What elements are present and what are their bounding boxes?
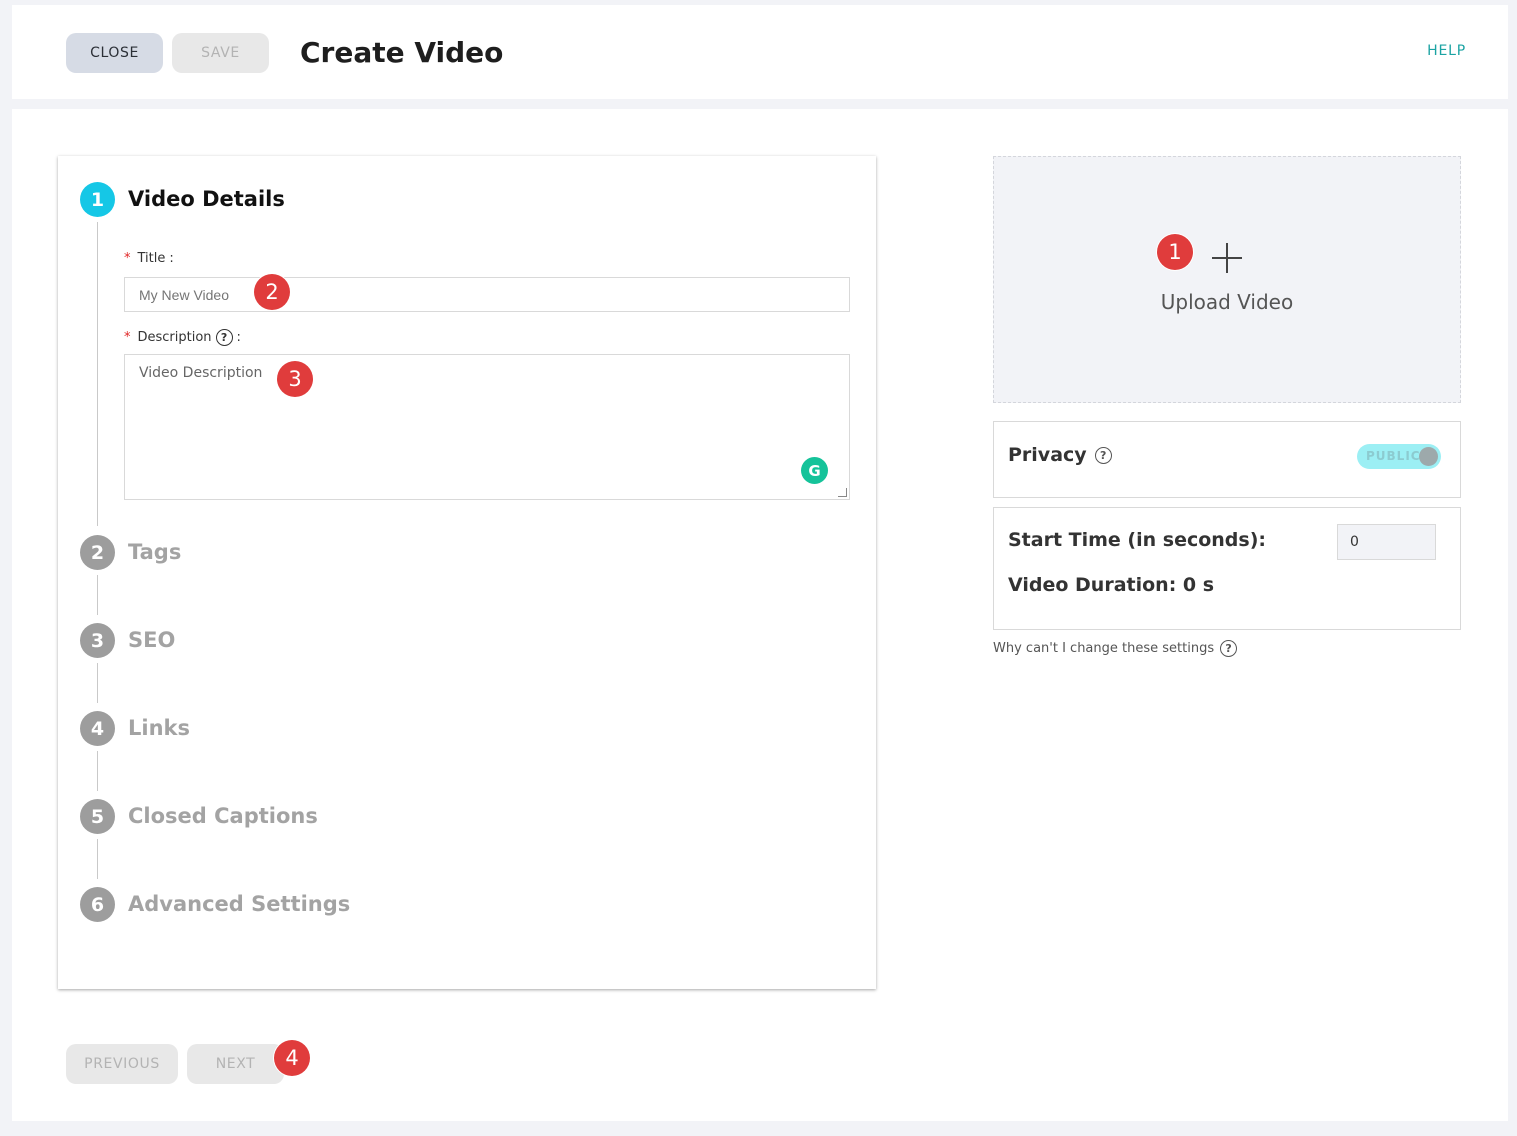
step-connector bbox=[97, 751, 98, 791]
annotation-badge-4: 4 bbox=[274, 1040, 310, 1076]
step-2-title[interactable]: Tags bbox=[128, 537, 181, 567]
description-placeholder: Video Description bbox=[139, 365, 263, 381]
annotation-badge-1: 1 bbox=[1157, 234, 1193, 270]
step-connector bbox=[97, 575, 98, 615]
step-4-title[interactable]: Links bbox=[128, 713, 190, 743]
privacy-panel: Privacy ? PUBLIC bbox=[993, 421, 1461, 498]
upload-video-dropzone[interactable]: 1 Upload Video bbox=[993, 156, 1461, 403]
stepper-card: 1 Video Details *Title: *Description ?: … bbox=[58, 156, 876, 989]
step-5-title[interactable]: Closed Captions bbox=[128, 801, 318, 831]
privacy-toggle[interactable]: PUBLIC bbox=[1357, 444, 1441, 469]
top-header: CLOSE SAVE Create Video HELP bbox=[12, 5, 1508, 99]
annotation-badge-3: 3 bbox=[277, 361, 313, 397]
step-2-number[interactable]: 2 bbox=[80, 535, 115, 570]
close-button[interactable]: CLOSE bbox=[66, 33, 163, 73]
required-marker: * bbox=[124, 330, 131, 345]
step-5-number[interactable]: 5 bbox=[80, 799, 115, 834]
step-connector bbox=[97, 839, 98, 879]
help-link[interactable]: HELP bbox=[1427, 43, 1466, 59]
start-time-label: Start Time (in seconds): bbox=[1008, 529, 1266, 551]
step-1-title[interactable]: Video Details bbox=[128, 184, 285, 214]
main-content: 1 Video Details *Title: *Description ?: … bbox=[12, 109, 1508, 1121]
step-6-number[interactable]: 6 bbox=[80, 887, 115, 922]
toggle-text: PUBLIC bbox=[1366, 449, 1421, 463]
upload-video-label: Upload Video bbox=[1160, 290, 1294, 314]
previous-button[interactable]: PREVIOUS bbox=[66, 1044, 178, 1084]
step-1-number[interactable]: 1 bbox=[80, 182, 115, 217]
step-4-number[interactable]: 4 bbox=[80, 711, 115, 746]
video-duration-label: Video Duration: 0 s bbox=[1008, 574, 1215, 596]
toggle-knob bbox=[1419, 447, 1438, 466]
title-input[interactable] bbox=[124, 277, 850, 312]
step-connector bbox=[97, 663, 98, 703]
start-time-input[interactable]: 0 bbox=[1337, 524, 1436, 560]
settings-note: Why can't I change these settings ? bbox=[993, 640, 1238, 657]
step-6-title[interactable]: Advanced Settings bbox=[128, 889, 350, 919]
question-circle-icon[interactable]: ? bbox=[215, 329, 233, 346]
save-button[interactable]: SAVE bbox=[172, 33, 269, 73]
step-3-number[interactable]: 3 bbox=[80, 623, 115, 658]
page-title: Create Video bbox=[300, 36, 504, 69]
next-button[interactable]: NEXT bbox=[187, 1044, 284, 1084]
resize-handle-icon[interactable] bbox=[838, 488, 847, 497]
title-label: * Title: bbox=[124, 251, 174, 266]
annotation-badge-2: 2 bbox=[254, 274, 290, 310]
plus-icon[interactable] bbox=[1212, 243, 1242, 273]
timing-panel: Start Time (in seconds): 0 Video Duratio… bbox=[993, 507, 1461, 630]
privacy-label: Privacy ? bbox=[1008, 444, 1112, 466]
step-3-title[interactable]: SEO bbox=[128, 625, 175, 655]
question-circle-icon[interactable]: ? bbox=[1094, 446, 1112, 464]
description-label: * Description ?: bbox=[124, 329, 241, 346]
question-circle-icon[interactable]: ? bbox=[1220, 640, 1238, 657]
required-marker: * bbox=[124, 251, 131, 266]
description-textarea[interactable]: Video Description G bbox=[124, 354, 850, 500]
grammarly-icon[interactable]: G bbox=[801, 457, 828, 484]
step-connector bbox=[97, 222, 98, 526]
